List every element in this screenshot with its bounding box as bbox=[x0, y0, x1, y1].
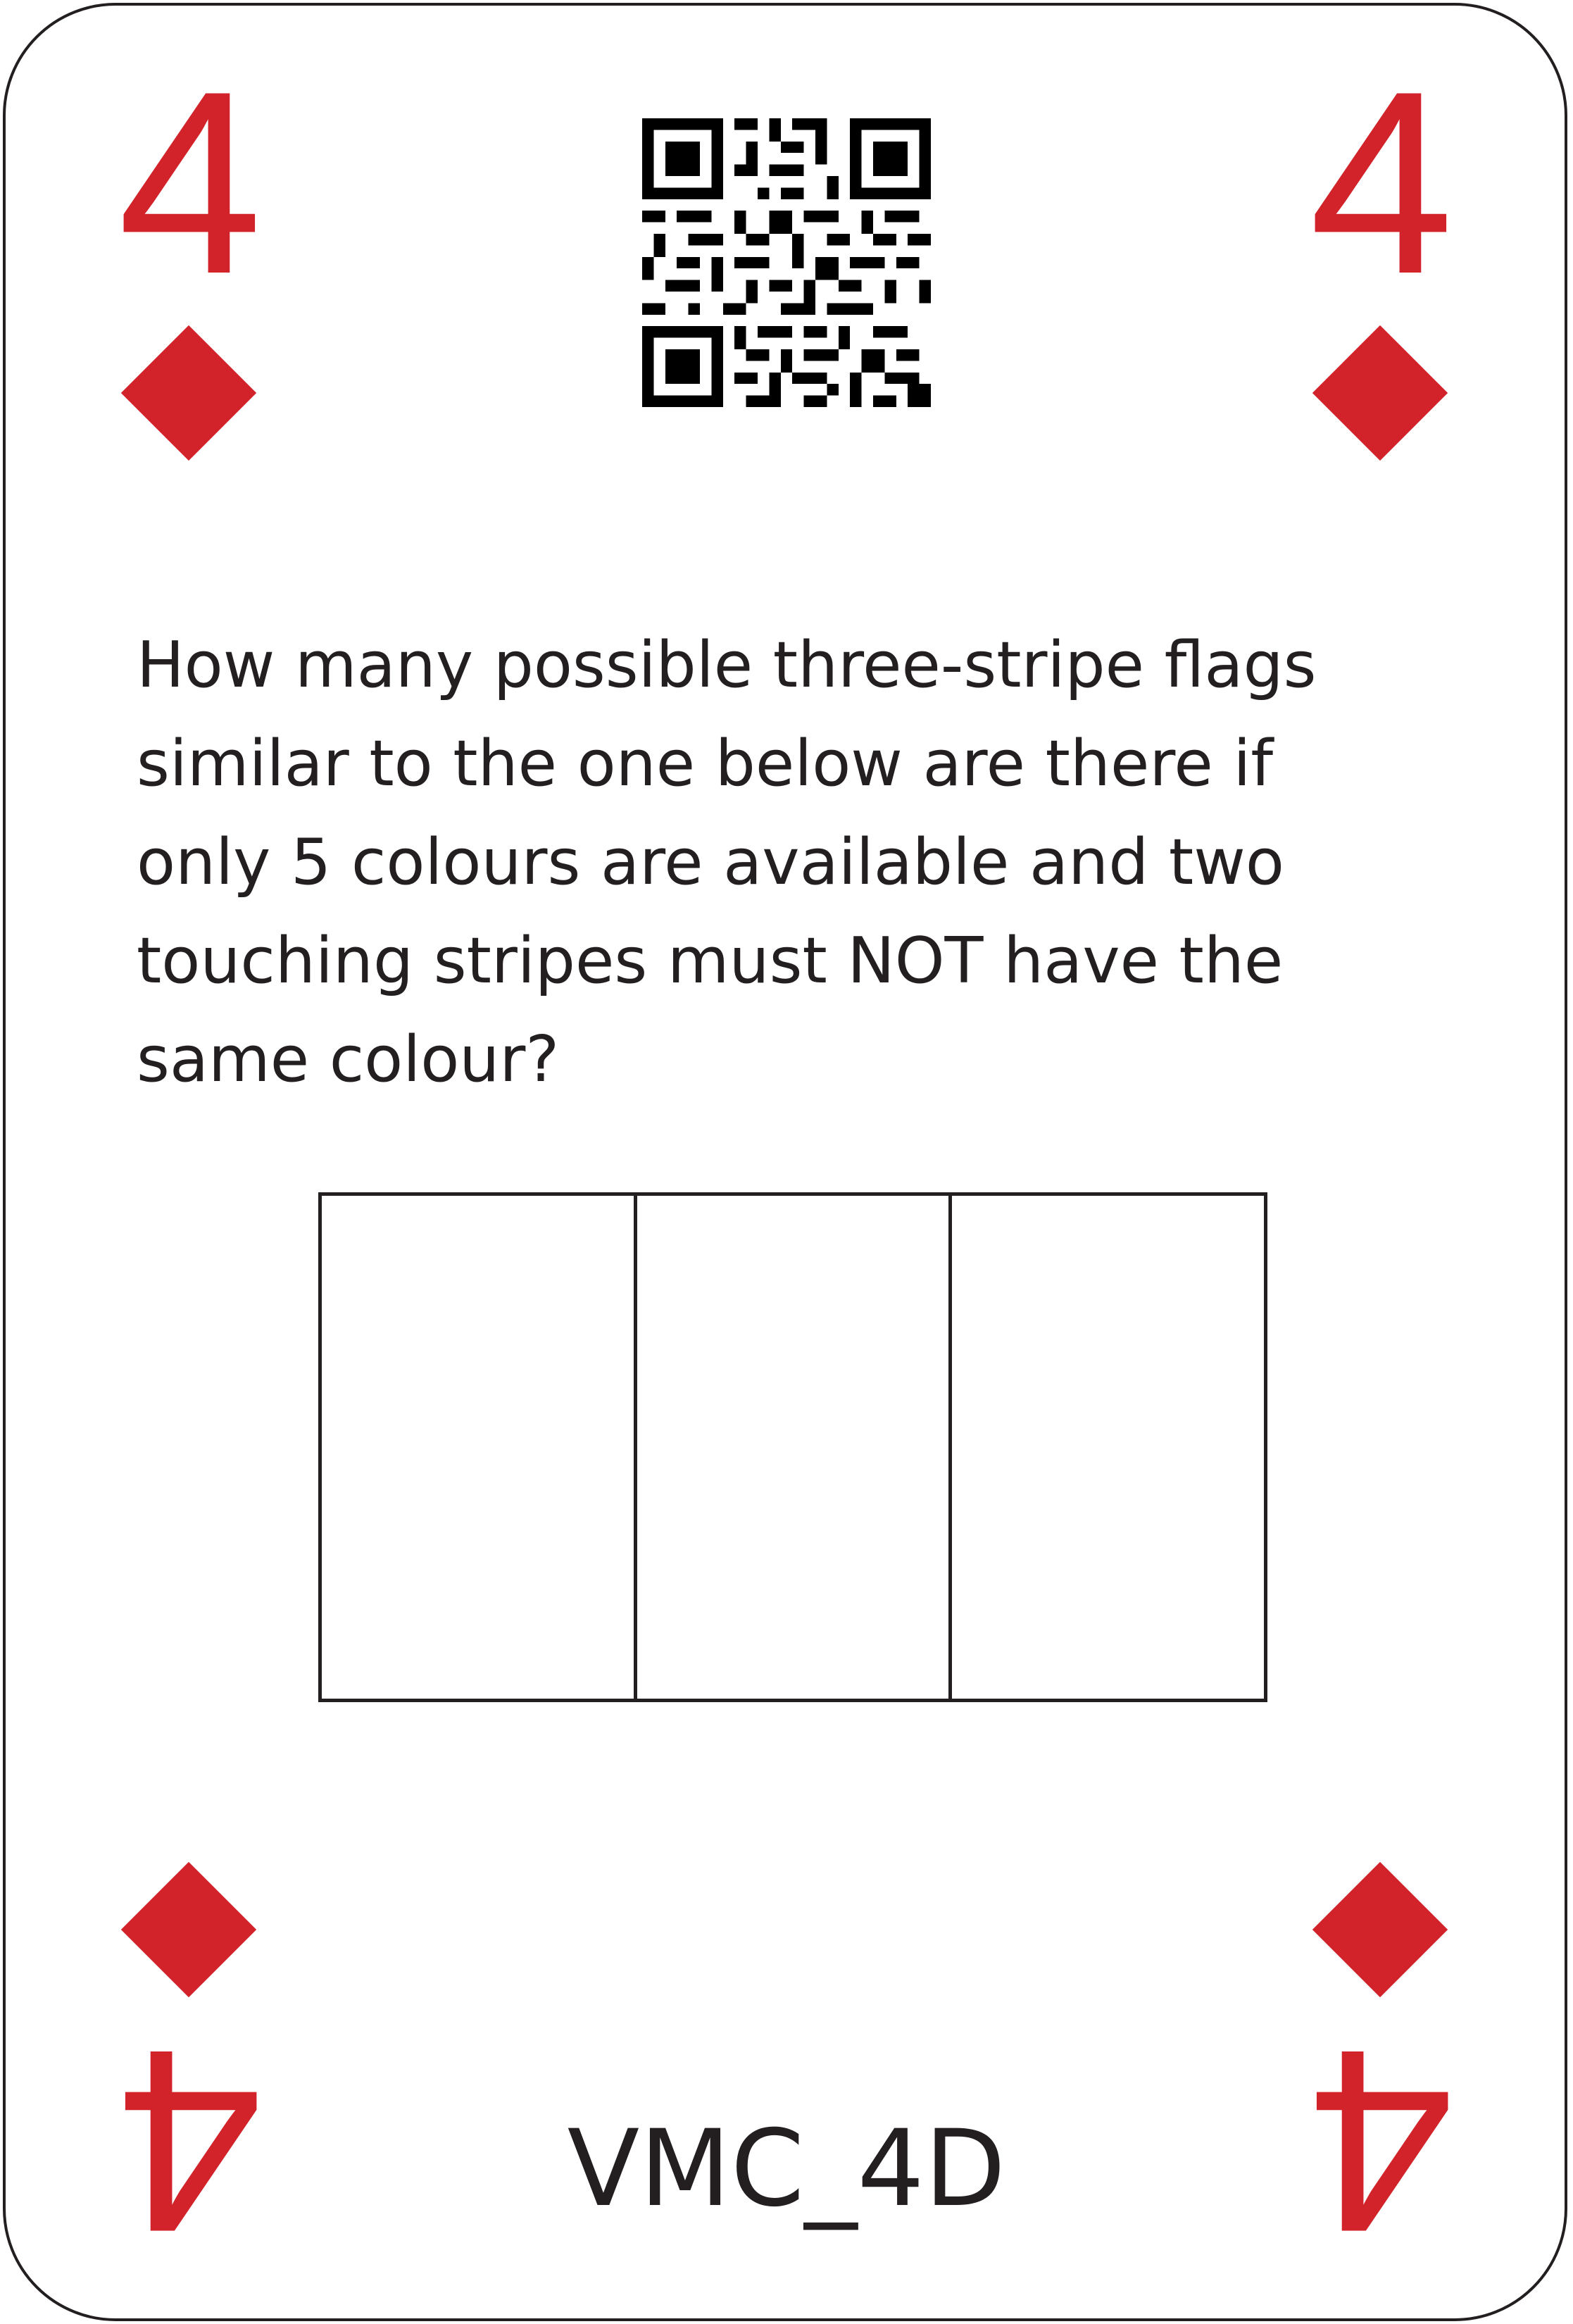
rank-bottom-right: 4 bbox=[1309, 1996, 1454, 2287]
flag-stripe-right bbox=[948, 1196, 1264, 1699]
flag-stripe-left bbox=[322, 1196, 634, 1699]
rank-top-right: 4 bbox=[1309, 37, 1454, 328]
card-code: VMC_4D bbox=[567, 2108, 1006, 2230]
rank-bottom-left: 4 bbox=[118, 1996, 263, 2287]
flag-stripe-middle bbox=[633, 1196, 949, 1699]
qr-code-icon[interactable] bbox=[642, 118, 931, 407]
question-text: How many possible three-stripe flags sim… bbox=[137, 628, 1317, 1097]
rank-top-left: 4 bbox=[118, 37, 263, 328]
three-stripe-flag bbox=[318, 1192, 1267, 1702]
